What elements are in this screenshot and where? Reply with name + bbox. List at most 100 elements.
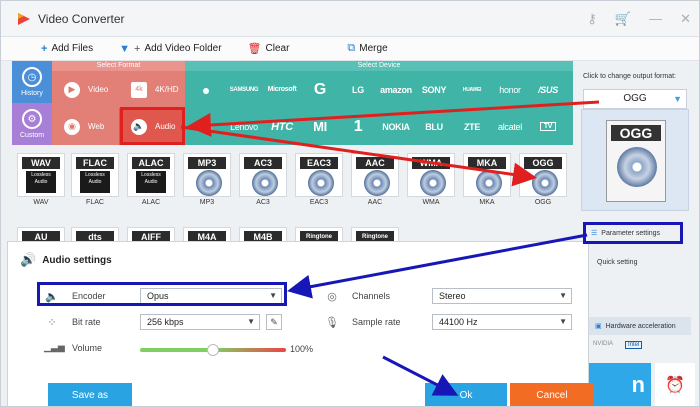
app-logo-icon bbox=[18, 12, 30, 25]
device-nokia[interactable]: NOKIA bbox=[377, 108, 415, 145]
channels-value: Stereo bbox=[439, 291, 466, 301]
plus-icon: + bbox=[41, 42, 48, 55]
format-web[interactable]: ◉ Web bbox=[52, 108, 118, 145]
format-badge-text: MP3 bbox=[188, 157, 226, 169]
device-amazon[interactable]: amazon bbox=[377, 71, 415, 108]
merge-icon: ⧉ bbox=[347, 42, 356, 54]
ogg-format-icon: OGG bbox=[606, 120, 666, 202]
device-zte[interactable]: ZTE bbox=[453, 108, 491, 145]
nvidia-option[interactable]: NVIDIA bbox=[593, 341, 613, 349]
output-format-select[interactable]: OGG ▼ bbox=[583, 89, 687, 109]
close-icon[interactable]: ✕ bbox=[680, 11, 691, 27]
add-files-button[interactable]: + Add Files bbox=[41, 43, 93, 55]
disc-icon bbox=[420, 170, 446, 196]
audio-format-flac[interactable]: FLAC Lossless Audio FLAC bbox=[70, 153, 120, 213]
play-icon: ▶ bbox=[64, 81, 80, 98]
cancel-button[interactable]: Cancel bbox=[510, 383, 594, 406]
audio-format-mp3[interactable]: MP3 MP3 bbox=[182, 153, 232, 213]
tv-icon: TV bbox=[539, 122, 557, 131]
device-asus[interactable]: /SUS bbox=[529, 71, 567, 108]
bitrate-label: Bit rate bbox=[72, 317, 101, 327]
device-lenovo[interactable]: Lenovo bbox=[225, 108, 263, 145]
device-microsoft[interactable]: Microsoft bbox=[263, 71, 301, 108]
volume-bars-icon: ▁▃▅ bbox=[44, 342, 65, 352]
add-video-folder-button[interactable]: ▼ + Add Video Folder bbox=[119, 43, 221, 55]
device-huawei[interactable]: HUAWEI bbox=[453, 71, 491, 108]
bitrate-select[interactable]: 256 kbps ▼ bbox=[140, 314, 260, 330]
device-oneplus[interactable]: 1 bbox=[339, 108, 377, 145]
lossless-badge: Lossless Audio bbox=[26, 171, 56, 193]
edit-icon[interactable]: ✎ bbox=[266, 314, 282, 330]
bitrate-row: ⁘ Bit rate 256 kbps ▼ ✎ bbox=[44, 314, 282, 330]
format-badge-text: ALAC bbox=[132, 157, 170, 169]
audio-format-ogg[interactable]: OGG OGG bbox=[518, 153, 568, 213]
device-panel: Select Device ● SAMSUNG Microsoft G LG a… bbox=[185, 61, 573, 145]
device-tv[interactable]: TV bbox=[529, 108, 567, 145]
left-nav: ◷ History ⚙ Custom bbox=[12, 61, 52, 145]
device-xiaomi[interactable]: MI bbox=[301, 108, 339, 145]
samplerate-select[interactable]: 44100 Hz ▼ bbox=[432, 314, 572, 330]
channels-row: ◎ Channels Stereo ▼ bbox=[324, 288, 572, 304]
device-panel-header: Select Device bbox=[185, 61, 573, 71]
minimize-icon[interactable]: — bbox=[649, 11, 662, 27]
format-4k-hd[interactable]: 4k 4K/HD bbox=[119, 71, 185, 108]
format-badge: OGG bbox=[519, 153, 567, 197]
device-samsung[interactable]: SAMSUNG bbox=[225, 71, 263, 108]
intel-option[interactable]: Intel bbox=[625, 341, 643, 349]
format-web-label: Web bbox=[88, 122, 105, 131]
device-htc[interactable]: HTC bbox=[263, 108, 301, 145]
volume-slider-handle[interactable] bbox=[207, 344, 219, 356]
format-4k-hd-label: 4K/HD bbox=[155, 85, 179, 94]
device-blu[interactable]: BLU bbox=[415, 108, 453, 145]
device-lg[interactable]: LG bbox=[339, 71, 377, 108]
volume-value: 100% bbox=[290, 344, 314, 354]
channels-select[interactable]: Stereo ▼ bbox=[432, 288, 572, 304]
audio-format-label: AC3 bbox=[256, 199, 270, 206]
dialog-title: 🔊 Audio settings bbox=[20, 252, 112, 268]
ogg-badge-label: OGG bbox=[611, 125, 661, 141]
audio-format-eac3[interactable]: EAC3 EAC3 bbox=[294, 153, 344, 213]
device-sony[interactable]: SONY bbox=[415, 71, 453, 108]
folder-plus-icon: + bbox=[134, 42, 141, 55]
volume-slider[interactable] bbox=[140, 344, 286, 356]
format-panel-header: Select Format bbox=[52, 61, 185, 71]
samplerate-label: Sample rate bbox=[352, 317, 401, 327]
clear-button[interactable]: 🗑 Clear bbox=[248, 42, 290, 55]
audio-format-alac[interactable]: ALAC Lossless Audio ALAC bbox=[126, 153, 176, 213]
merge-button[interactable]: ⧉ Merge bbox=[347, 42, 387, 55]
ok-button[interactable]: Ok bbox=[425, 383, 507, 406]
custom-button[interactable]: ⚙ Custom bbox=[12, 103, 52, 145]
history-button[interactable]: ◷ History bbox=[12, 61, 52, 103]
device-google[interactable]: G bbox=[301, 71, 339, 108]
device-motorola[interactable]: M bbox=[187, 108, 225, 145]
device-honor[interactable]: honor bbox=[491, 71, 529, 108]
audio-format-label: OGG bbox=[534, 199, 552, 206]
format-badge: AAC bbox=[351, 153, 399, 197]
title-bar-controls: ⚷ 🛒 — ✕ bbox=[587, 11, 691, 27]
format-video[interactable]: ▶ Video bbox=[52, 71, 118, 108]
cart-icon[interactable]: 🛒 bbox=[615, 11, 631, 27]
format-badge-text: AC3 bbox=[244, 157, 282, 169]
save-as-button[interactable]: Save as bbox=[48, 383, 132, 406]
audio-format-mka[interactable]: MKA MKA bbox=[462, 153, 512, 213]
audio-settings-icon: 🔊 bbox=[20, 252, 37, 267]
device-alcatel[interactable]: alcatel bbox=[491, 108, 529, 145]
audio-format-wma[interactable]: WMA WMA bbox=[406, 153, 456, 213]
hardware-acceleration-button[interactable]: ▣ Hardware acceleration bbox=[587, 317, 691, 335]
format-badge: WMA bbox=[407, 153, 455, 197]
audio-format-grid: WAV Lossless Audio WAV FLAC Lossless Audio FL… bbox=[12, 149, 578, 249]
add-files-label: Add Files bbox=[51, 43, 94, 54]
device-apple[interactable]: ● bbox=[187, 71, 225, 108]
audio-format-label: MP3 bbox=[199, 199, 215, 206]
output-format-thumbnail[interactable]: OGG bbox=[581, 109, 689, 211]
bitrate-icon: ⁘ bbox=[47, 316, 57, 329]
audio-format-aac[interactable]: AAC AAC bbox=[350, 153, 400, 213]
audio-format-wav[interactable]: WAV Lossless Audio WAV bbox=[16, 153, 66, 213]
key-icon[interactable]: ⚷ bbox=[587, 11, 597, 27]
microphone-icon: 🎙 bbox=[325, 316, 339, 329]
format-badge-text: FLAC bbox=[76, 157, 114, 169]
merge-label: Merge bbox=[359, 43, 388, 54]
audio-format-ac3[interactable]: AC3 AC3 bbox=[238, 153, 288, 213]
alarm-clock-icon[interactable]: ⏰ bbox=[655, 363, 695, 406]
dropdown-arrow-icon: ▼ bbox=[559, 291, 567, 300]
